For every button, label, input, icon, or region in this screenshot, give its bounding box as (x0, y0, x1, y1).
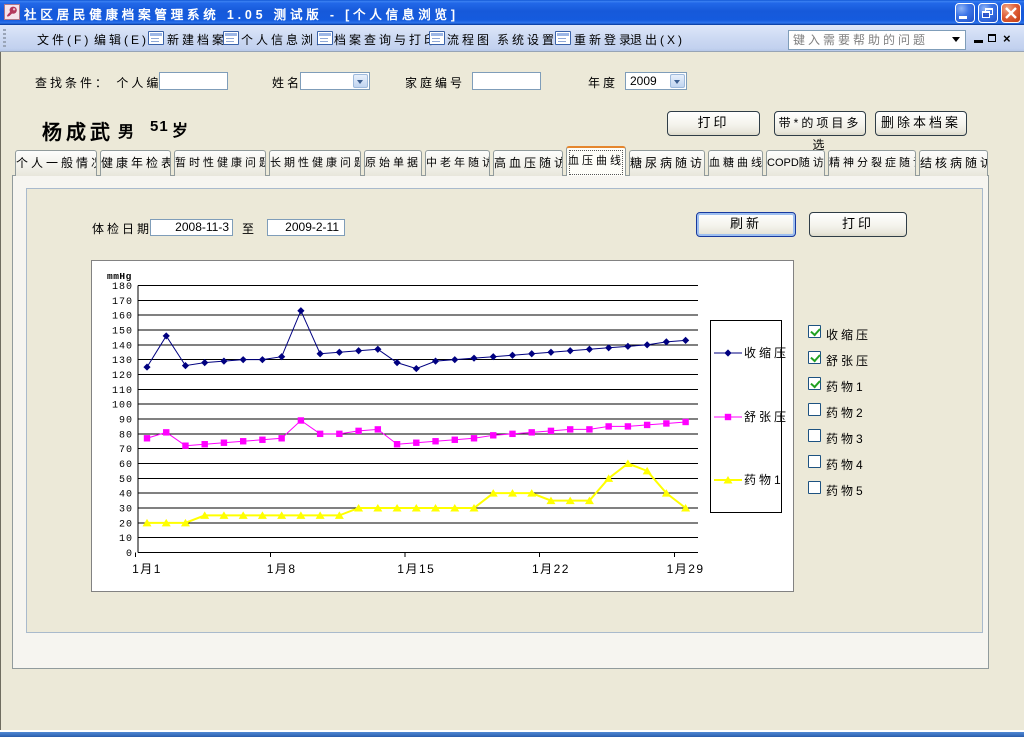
svg-text:1月15: 1月15 (397, 562, 435, 576)
svg-text:40: 40 (119, 490, 133, 501)
svg-text:80: 80 (119, 430, 133, 441)
svg-text:170: 170 (112, 297, 133, 308)
svg-text:70: 70 (119, 445, 133, 456)
svg-text:1月8: 1月8 (267, 562, 297, 576)
svg-text:1月1: 1月1 (132, 562, 162, 576)
svg-text:180: 180 (112, 282, 133, 293)
svg-text:20: 20 (119, 519, 133, 530)
svg-text:90: 90 (119, 416, 133, 427)
svg-text:140: 140 (112, 341, 133, 352)
svg-text:30: 30 (119, 505, 133, 516)
svg-text:110: 110 (112, 386, 133, 397)
svg-text:0: 0 (126, 549, 133, 560)
svg-text:1月22: 1月22 (532, 562, 570, 576)
svg-text:160: 160 (112, 312, 133, 323)
svg-text:10: 10 (119, 534, 133, 545)
svg-text:舒张压: 舒张压 (744, 410, 789, 424)
svg-text:mmHg: mmHg (107, 271, 132, 282)
svg-text:1月29: 1月29 (667, 562, 705, 576)
svg-text:150: 150 (112, 327, 133, 338)
svg-text:100: 100 (112, 401, 133, 412)
svg-text:60: 60 (119, 460, 133, 471)
svg-text:50: 50 (119, 475, 133, 486)
svg-text:收缩压: 收缩压 (744, 345, 789, 360)
svg-text:药物1: 药物1 (744, 473, 784, 487)
svg-text:130: 130 (112, 356, 133, 367)
svg-text:120: 120 (112, 371, 133, 382)
